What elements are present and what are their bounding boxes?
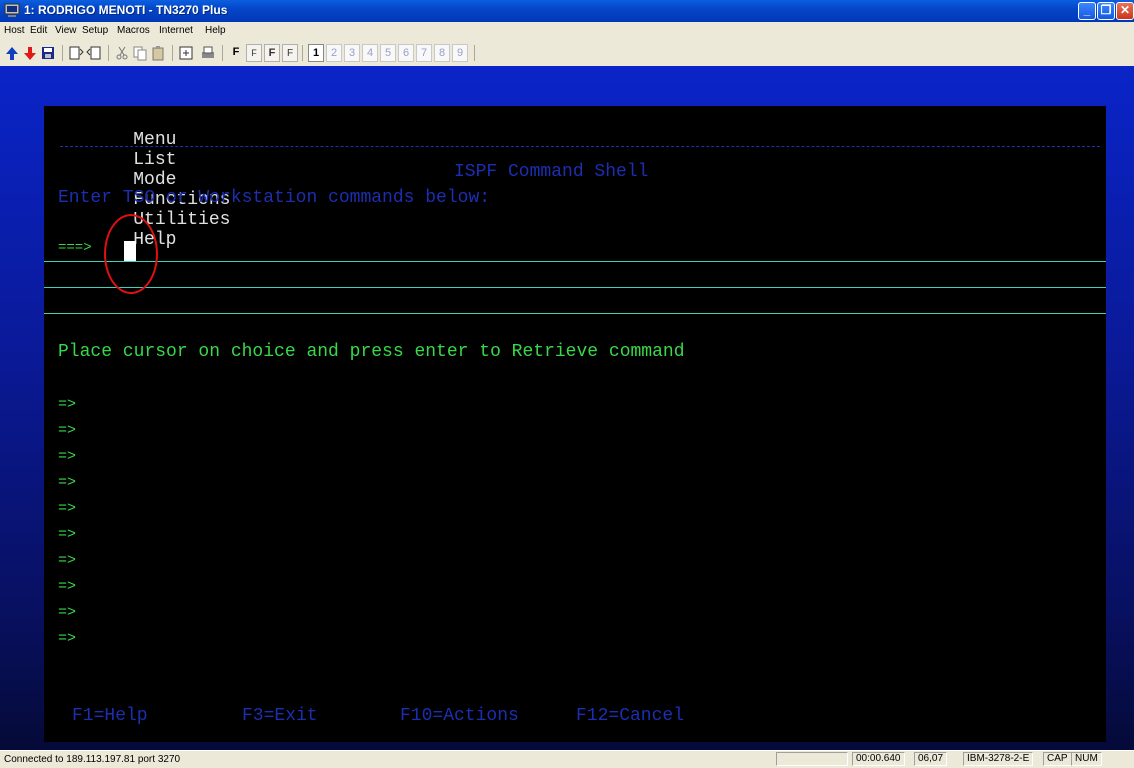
- retrieve-prompt[interactable]: =>: [58, 630, 76, 647]
- retrieve-prompt[interactable]: =>: [58, 422, 76, 439]
- download-arrow-icon[interactable]: [22, 44, 38, 62]
- status-bar: Connected to 189.113.197.81 port 3270 00…: [0, 750, 1134, 768]
- highlight-circle: [104, 214, 158, 294]
- retrieve-prompt[interactable]: =>: [58, 500, 76, 517]
- retrieve-instruction: Place cursor on choice and press enter t…: [58, 342, 685, 362]
- ispf-menu-menu[interactable]: Menu: [133, 130, 176, 150]
- ispf-menu-mode[interactable]: Mode: [133, 170, 176, 190]
- num-lock-indicator: NUM: [1071, 752, 1102, 766]
- ispf-menu-list[interactable]: List: [133, 150, 176, 170]
- retrieve-prompt[interactable]: =>: [58, 604, 76, 621]
- command-prompt: ===>: [58, 240, 92, 256]
- menu-host[interactable]: Host: [4, 25, 25, 36]
- command-field-line-3: [44, 313, 1106, 314]
- window-title: 1: RODRIGO MENOTI - TN3270 Plus: [24, 3, 228, 17]
- font-small-button[interactable]: F: [282, 44, 298, 62]
- terminal-app-icon: [4, 3, 20, 17]
- connection-status: Connected to 189.113.197.81 port 3270: [4, 754, 181, 765]
- toolbar: F F F F 1 2 3 4 5 6 7 8 9: [0, 40, 1134, 67]
- menu-bar: Host Edit View Setup Macros Internet Hel…: [0, 22, 1134, 40]
- fkey-help[interactable]: F1=Help: [72, 706, 148, 726]
- command-field-line-2: [44, 287, 1106, 288]
- session-tab-1[interactable]: 1: [308, 44, 324, 62]
- menu-macros[interactable]: Macros: [117, 25, 150, 36]
- cursor-position: 06,07: [914, 752, 948, 766]
- session-tab-7[interactable]: 7: [416, 44, 432, 62]
- paste-icon[interactable]: [150, 44, 166, 62]
- session-tab-4[interactable]: 4: [362, 44, 378, 62]
- retrieve-prompt[interactable]: =>: [58, 396, 76, 413]
- font-bold-button[interactable]: F: [264, 44, 280, 62]
- font-large-button[interactable]: F: [228, 44, 244, 62]
- copy-icon[interactable]: [132, 44, 148, 62]
- send-file-icon[interactable]: [68, 44, 84, 62]
- retrieve-prompt[interactable]: =>: [58, 578, 76, 595]
- cut-icon[interactable]: [114, 44, 130, 62]
- save-icon[interactable]: [40, 44, 56, 62]
- menu-internet[interactable]: Internet: [159, 25, 193, 36]
- retrieve-prompt[interactable]: =>: [58, 474, 76, 491]
- title-bar: 1: RODRIGO MENOTI - TN3270 Plus _ ❐ ✕: [0, 0, 1134, 22]
- capture-screen-icon[interactable]: [178, 44, 194, 62]
- maximize-button[interactable]: ❐: [1097, 2, 1115, 20]
- session-tab-2[interactable]: 2: [326, 44, 342, 62]
- session-tab-8[interactable]: 8: [434, 44, 450, 62]
- minimize-button[interactable]: _: [1078, 2, 1096, 20]
- command-field-line-1: [44, 261, 1106, 262]
- fkey-cancel[interactable]: F12=Cancel: [576, 706, 684, 726]
- session-tab-9[interactable]: 9: [452, 44, 468, 62]
- print-icon[interactable]: [200, 44, 216, 62]
- menu-edit[interactable]: Edit: [30, 25, 47, 36]
- session-tab-3[interactable]: 3: [344, 44, 360, 62]
- receive-file-icon[interactable]: [86, 44, 102, 62]
- caps-lock-indicator: CAP: [1043, 752, 1072, 766]
- font-medium-button[interactable]: F: [246, 44, 262, 62]
- retrieve-prompt[interactable]: =>: [58, 448, 76, 465]
- menu-divider: [60, 146, 1100, 147]
- fkey-exit[interactable]: F3=Exit: [242, 706, 318, 726]
- status-empty-panel: [776, 752, 848, 766]
- terminal-screen[interactable]: Menu List Mode Functions Utilities Help …: [44, 106, 1106, 742]
- menu-setup[interactable]: Setup: [82, 25, 108, 36]
- upload-arrow-icon[interactable]: [4, 44, 20, 62]
- terminal-type: IBM-3278-2-E: [963, 752, 1034, 766]
- fkey-actions[interactable]: F10=Actions: [400, 706, 519, 726]
- retrieve-prompt[interactable]: =>: [58, 552, 76, 569]
- close-button[interactable]: ✕: [1116, 2, 1134, 20]
- session-tab-5[interactable]: 5: [380, 44, 396, 62]
- panel-title: ISPF Command Shell: [454, 162, 649, 182]
- retrieve-prompt[interactable]: =>: [58, 526, 76, 543]
- instruction-text: Enter TSO or Workstation commands below:: [58, 188, 491, 208]
- session-timer: 00:00.640: [852, 752, 905, 766]
- menu-help[interactable]: Help: [205, 25, 226, 36]
- menu-view[interactable]: View: [55, 25, 77, 36]
- session-tab-6[interactable]: 6: [398, 44, 414, 62]
